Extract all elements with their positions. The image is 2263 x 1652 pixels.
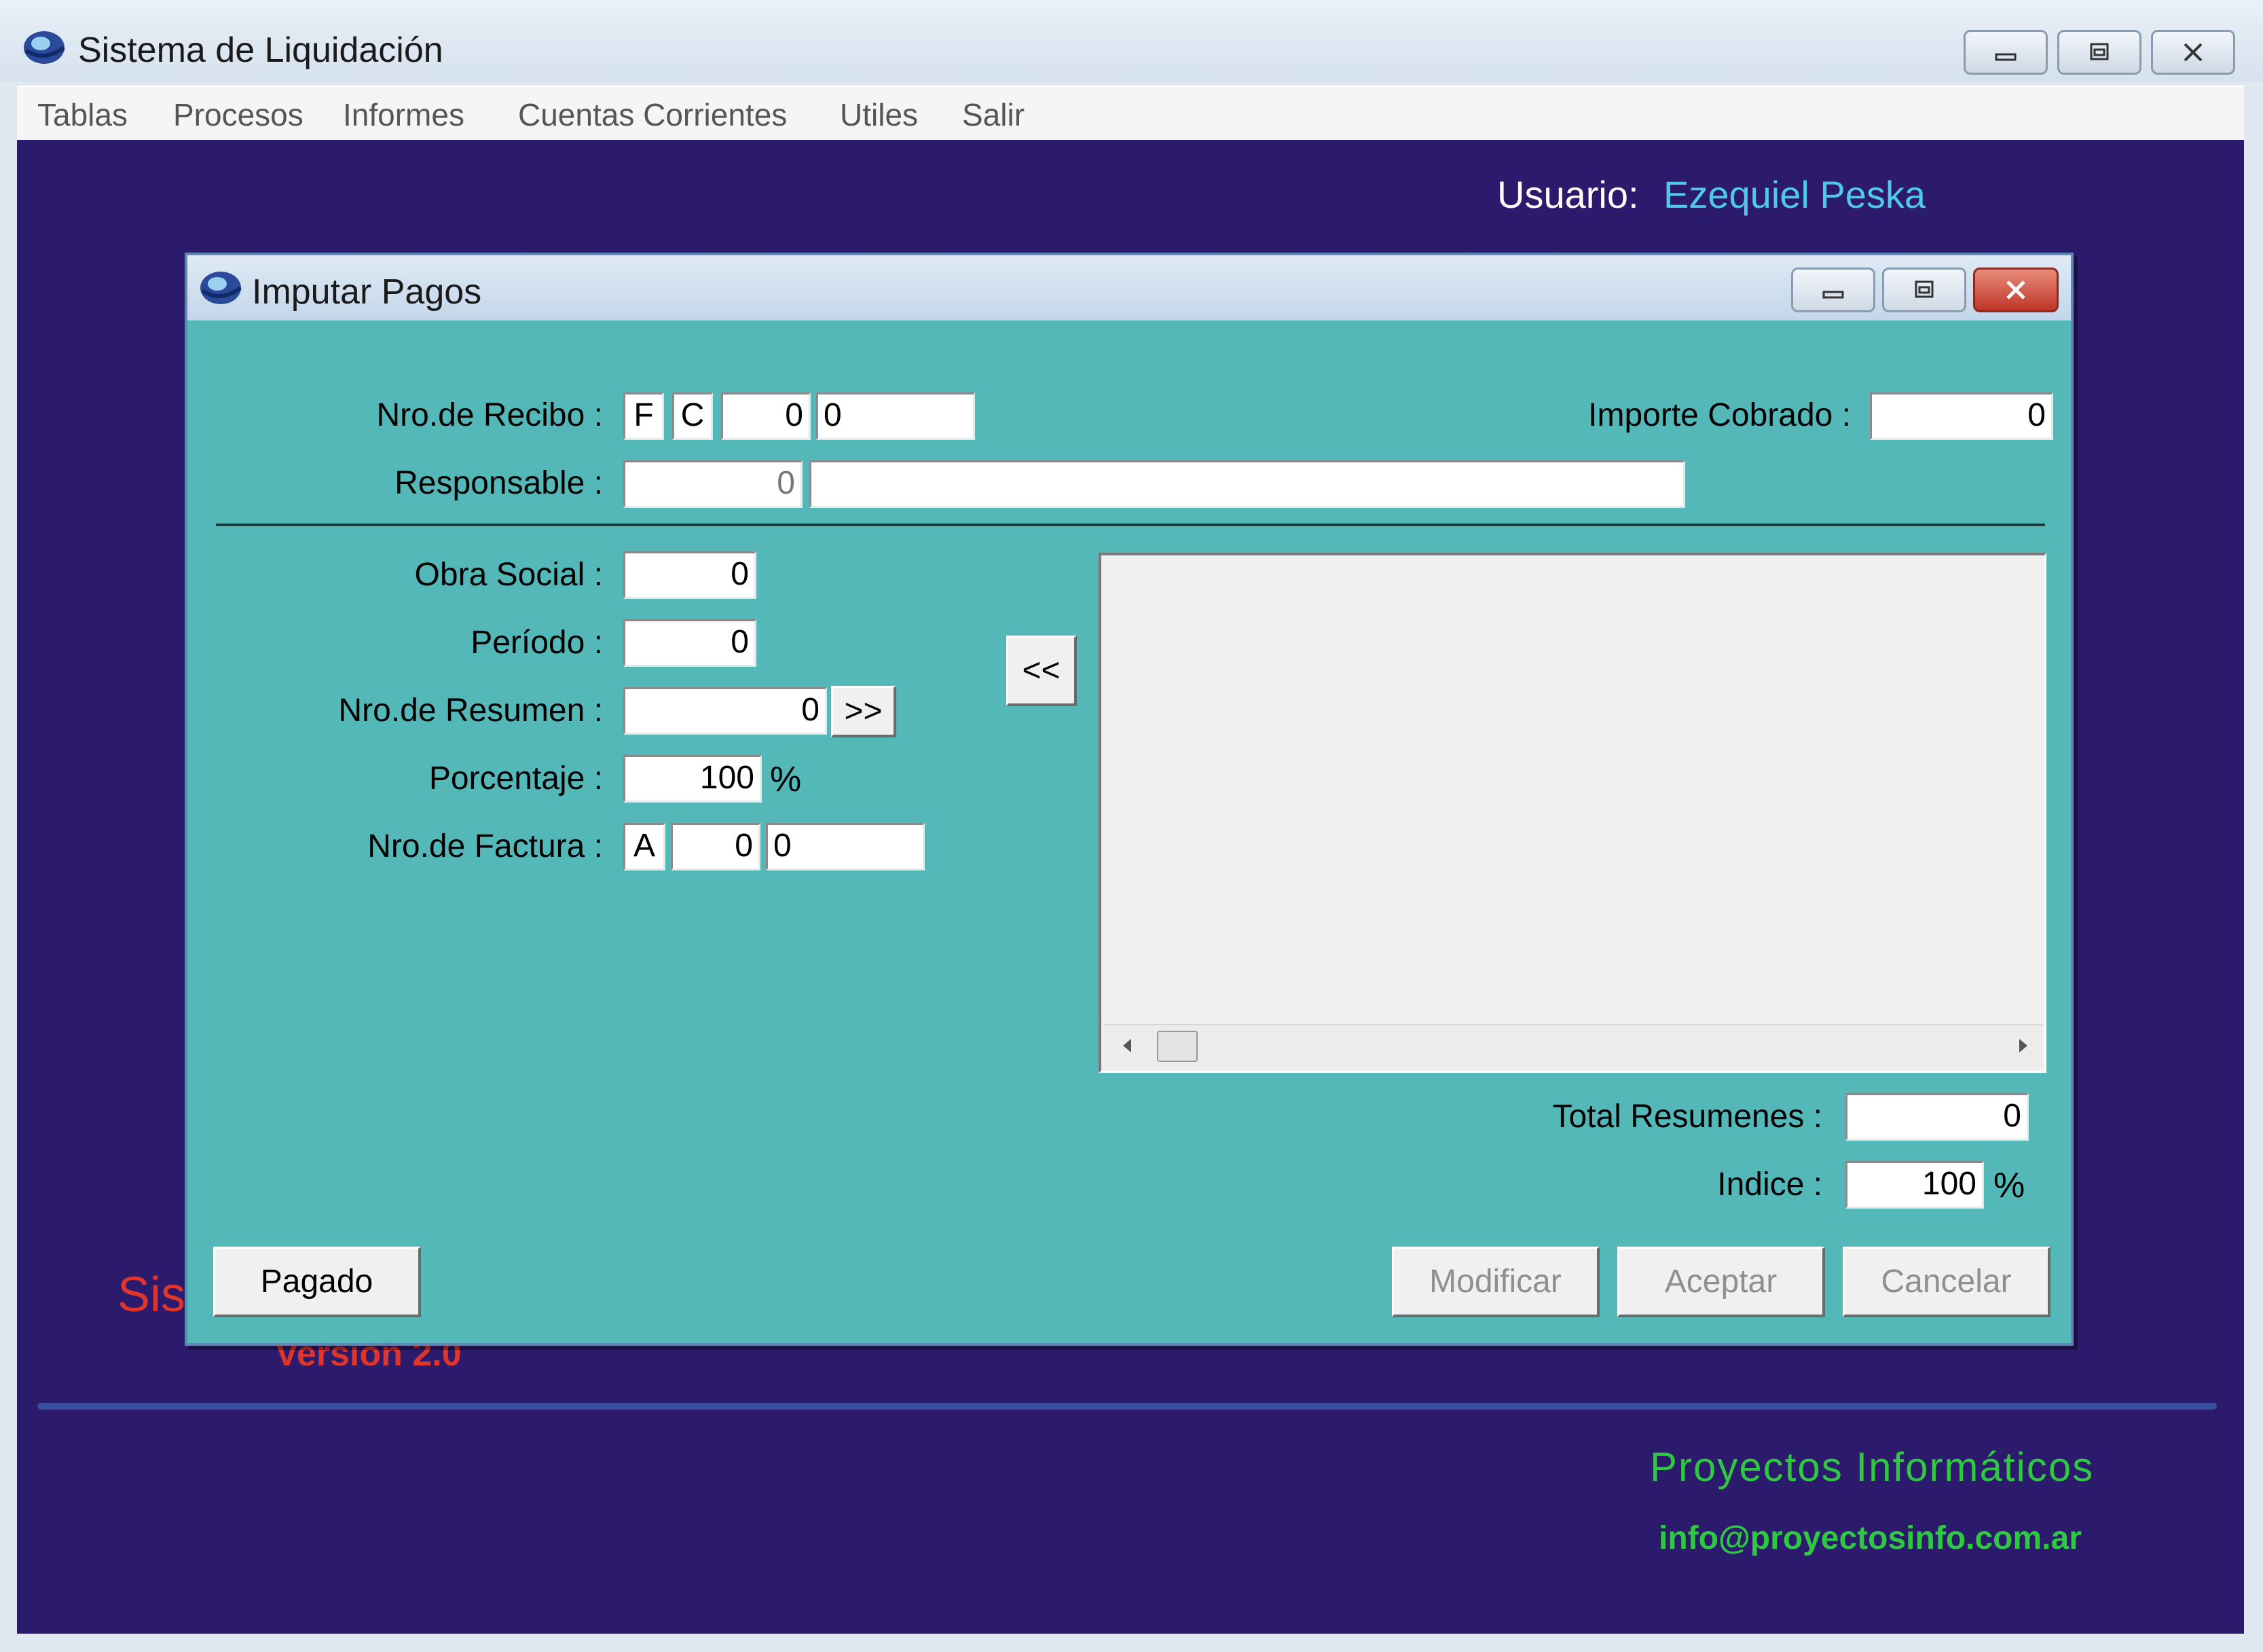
responsable-code-field[interactable]: 0 (623, 460, 803, 508)
user-label: Usuario: (1497, 173, 1639, 216)
scroll-left-icon[interactable] (1119, 1035, 1135, 1060)
recibo-numero-field[interactable]: 0 (816, 392, 975, 440)
remove-resumen-button[interactable]: << (1006, 636, 1077, 706)
splash-title: Sis (117, 1268, 186, 1322)
dialog-close-button[interactable] (1973, 268, 2059, 312)
pagado-button[interactable]: Pagado (213, 1247, 421, 1317)
resumenes-list[interactable] (1099, 553, 2046, 1073)
recibo-letter-field[interactable]: F (623, 392, 664, 440)
recibo-label: Nro.de Recibo : (376, 397, 604, 433)
company-email: info@proyectosinfo.com.ar (1659, 1520, 2082, 1556)
obra-social-field[interactable]: 0 (623, 551, 756, 599)
recibo-letter-value: F (633, 397, 654, 433)
cancelar-button[interactable]: Cancelar (1843, 1247, 2050, 1317)
importe-cobrado-field[interactable]: 0 (1870, 392, 2053, 440)
dialog-title: Imputar Pagos (252, 272, 482, 312)
horizontal-scrollbar[interactable] (1104, 1024, 2042, 1067)
menu-cuentas-corrientes[interactable]: Cuentas Corrientes (518, 96, 787, 133)
periodo-field[interactable]: 0 (623, 619, 756, 667)
porcentaje-label: Porcentaje : (428, 760, 603, 796)
window-title: Sistema de Liquidación (78, 31, 443, 70)
factura-letter-field[interactable]: A (623, 823, 665, 870)
menu-salir[interactable]: Salir (962, 96, 1025, 133)
close-window-button[interactable] (2151, 30, 2235, 75)
resumen-field[interactable]: 0 (623, 687, 827, 735)
menu-utiles[interactable]: Utiles (840, 96, 918, 133)
aceptar-button[interactable]: Aceptar (1617, 1247, 1825, 1317)
obra-social-label: Obra Social : (414, 557, 603, 593)
add-resumen-button[interactable]: >> (831, 686, 896, 737)
total-resumenes-field[interactable]: 0 (1845, 1093, 2029, 1141)
main-titlebar[interactable]: Sistema de Liquidación (0, 0, 2263, 81)
responsable-name-field[interactable] (809, 460, 1685, 508)
resumen-label: Nro.de Resumen : (338, 693, 603, 729)
maximize-button[interactable] (2057, 30, 2141, 75)
company-name: Proyectos Informáticos (1650, 1444, 2095, 1490)
factura-punto-field[interactable]: 0 (671, 823, 760, 870)
importe-cobrado-label: Importe Cobrado : (1588, 397, 1851, 433)
dialog-divider (216, 524, 2045, 526)
user-name: Ezequiel Peska (1663, 173, 1926, 216)
restore-icon (2090, 43, 2109, 60)
restore-icon (1915, 280, 1934, 298)
periodo-label: Período : (471, 625, 603, 661)
dialog-titlebar[interactable]: Imputar Pagos (187, 255, 2071, 320)
menu-informes[interactable]: Informes (343, 96, 464, 133)
minimize-button[interactable] (1964, 30, 2048, 75)
scroll-right-icon[interactable] (2015, 1035, 2031, 1060)
indice-unit: % (1993, 1166, 2025, 1205)
scroll-thumb[interactable] (1157, 1031, 1198, 1062)
imputar-pagos-dialog: Imputar Pagos Nro.de Recibo : F C 0 0 Im… (185, 253, 2074, 1346)
modificar-button[interactable]: Modificar (1392, 1247, 1600, 1317)
main-window: Sistema de Liquidación Tablas Procesos I… (0, 0, 2263, 1652)
dialog-maximize-button[interactable] (1882, 268, 1966, 312)
factura-numero-field[interactable]: 0 (766, 823, 925, 870)
minimize-icon (1822, 291, 1844, 299)
responsable-label: Responsable : (394, 465, 603, 501)
porcentaje-field[interactable]: 100 (623, 755, 762, 803)
recibo-type-field[interactable]: C (672, 392, 713, 440)
close-icon (2184, 43, 2203, 62)
minimize-icon (1995, 53, 2017, 61)
recibo-punto-field[interactable]: 0 (721, 392, 811, 440)
indice-label: Indice : (1717, 1167, 1822, 1203)
total-resumenes-label: Total Resumenes : (1552, 1099, 1822, 1135)
porcentaje-unit: % (770, 760, 802, 799)
menu-procesos[interactable]: Procesos (173, 96, 303, 133)
app-globe-icon (20, 27, 68, 68)
factura-label: Nro.de Factura : (367, 828, 603, 864)
indice-field[interactable]: 100 (1845, 1161, 1984, 1209)
menu-tablas[interactable]: Tablas (37, 96, 128, 133)
dialog-globe-icon (197, 268, 244, 308)
close-icon (2006, 280, 2025, 299)
menubar: Tablas Procesos Informes Cuentas Corrien… (17, 86, 2244, 141)
client-divider (37, 1403, 2217, 1410)
dialog-minimize-button[interactable] (1791, 268, 1875, 312)
